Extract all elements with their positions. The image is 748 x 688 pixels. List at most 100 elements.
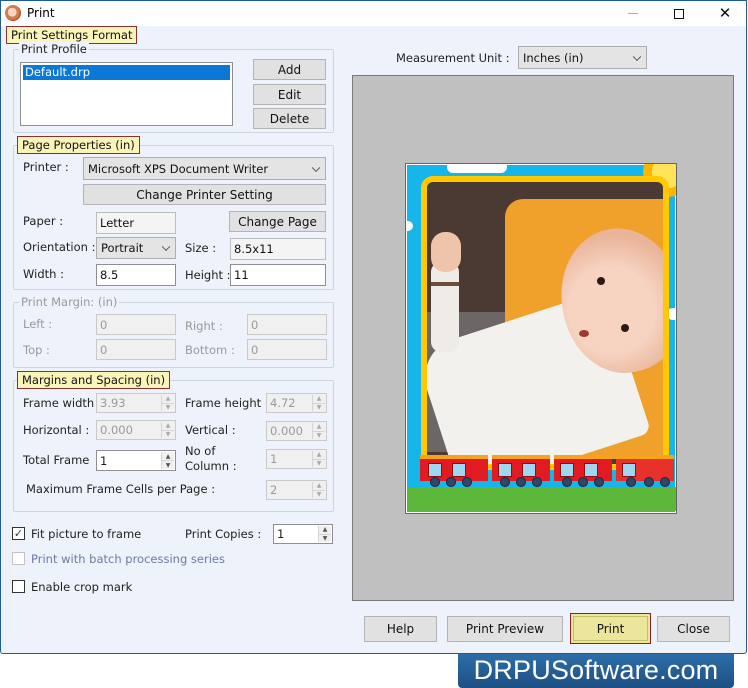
eye-graphic bbox=[597, 277, 605, 285]
measurement-unit-value: Inches (in) bbox=[523, 50, 584, 65]
spin-up-icon[interactable]: ▲ bbox=[319, 526, 331, 534]
train-wheel bbox=[430, 477, 440, 487]
page-properties-legend: Page Properties (in) bbox=[17, 136, 140, 154]
app-icon bbox=[5, 5, 21, 21]
bottom-margin-label: Bottom : bbox=[185, 343, 235, 357]
horizontal-spinner[interactable]: 0.000 ▲ ▼ bbox=[96, 420, 176, 440]
spin-down-icon[interactable]: ▼ bbox=[162, 429, 174, 438]
chevron-down-icon bbox=[311, 163, 321, 172]
delete-profile-button[interactable]: Delete bbox=[253, 108, 326, 129]
height-input[interactable]: 11 bbox=[230, 264, 326, 286]
spin-up-icon[interactable]: ▲ bbox=[313, 451, 325, 459]
paper-field: Letter bbox=[96, 212, 176, 234]
print-preview-area bbox=[352, 75, 734, 601]
maximize-button[interactable] bbox=[656, 1, 702, 26]
spin-up-icon[interactable]: ▲ bbox=[162, 452, 174, 460]
maximize-icon bbox=[674, 8, 684, 19]
total-frame-spinner[interactable]: 1 ▲ ▼ bbox=[96, 450, 176, 471]
edit-profile-button[interactable]: Edit bbox=[253, 84, 326, 105]
profile-list-item[interactable]: Default.drp bbox=[23, 65, 230, 80]
brand-banner: DRPUSoftware.com bbox=[458, 654, 734, 688]
train-car bbox=[554, 455, 612, 487]
paper-label: Paper : bbox=[23, 214, 64, 228]
train-window bbox=[584, 463, 598, 477]
spin-down-icon[interactable]: ▼ bbox=[313, 402, 325, 411]
grass-graphic bbox=[408, 487, 676, 511]
train-wheel bbox=[500, 477, 510, 487]
profile-list[interactable]: Default.drp bbox=[20, 62, 233, 126]
train-wheel bbox=[578, 477, 588, 487]
spin-down-icon[interactable]: ▼ bbox=[162, 402, 174, 411]
spin-down-icon[interactable]: ▼ bbox=[313, 489, 325, 498]
spin-up-icon[interactable]: ▲ bbox=[162, 422, 174, 430]
print-profile-title: Print Profile bbox=[19, 42, 89, 56]
train-wheel bbox=[660, 477, 670, 487]
mouth-graphic bbox=[579, 330, 589, 337]
train-window bbox=[452, 463, 466, 477]
frame-width-spinner[interactable]: 3.93 ▲ ▼ bbox=[96, 393, 176, 413]
horizontal-label: Horizontal : bbox=[23, 423, 90, 437]
printer-label: Printer : bbox=[23, 160, 69, 174]
stripe-graphic bbox=[431, 282, 459, 286]
preview-page bbox=[405, 163, 677, 514]
add-profile-button[interactable]: Add bbox=[253, 59, 326, 80]
print-dialog: Print ✕ Print Settings Format Print Prof… bbox=[0, 0, 747, 654]
change-printer-setting-button[interactable]: Change Printer Setting bbox=[83, 184, 326, 205]
bottom-margin-input[interactable]: 0 bbox=[247, 339, 327, 360]
preview-image bbox=[406, 164, 676, 512]
spin-down-icon[interactable]: ▼ bbox=[313, 430, 325, 439]
orientation-label: Orientation : bbox=[23, 240, 96, 254]
measurement-unit-select[interactable]: Inches (in) bbox=[518, 46, 647, 69]
spin-down-icon[interactable]: ▼ bbox=[313, 458, 325, 467]
train-window bbox=[560, 463, 574, 477]
total-frame-label: Total Frame bbox=[23, 453, 90, 467]
max-cells-spinner[interactable]: 2 ▲ ▼ bbox=[266, 480, 327, 500]
orientation-select[interactable]: Portrait bbox=[96, 237, 176, 259]
total-frame-value: 1 bbox=[100, 453, 108, 468]
batch-processing-checkbox[interactable] bbox=[12, 552, 25, 565]
help-button[interactable]: Help bbox=[364, 616, 437, 642]
train-wheel bbox=[462, 477, 472, 487]
spin-up-icon[interactable]: ▲ bbox=[313, 423, 325, 431]
chevron-down-icon bbox=[632, 52, 642, 61]
vertical-spinner[interactable]: 0.000 ▲ ▼ bbox=[266, 421, 327, 441]
frame-height-value: 4.72 bbox=[270, 396, 296, 410]
spin-down-icon[interactable]: ▼ bbox=[319, 533, 331, 542]
print-button[interactable]: Print bbox=[570, 613, 651, 644]
train-wheel bbox=[532, 477, 542, 487]
spin-down-icon[interactable]: ▼ bbox=[162, 460, 174, 469]
columns-spinner[interactable]: 1 ▲ ▼ bbox=[266, 449, 327, 469]
cloud-graphic bbox=[447, 164, 507, 173]
train-window bbox=[498, 463, 512, 477]
left-margin-input[interactable]: 0 bbox=[96, 314, 176, 335]
top-margin-input[interactable]: 0 bbox=[96, 339, 176, 360]
fit-picture-label: Fit picture to frame bbox=[31, 527, 142, 541]
max-cells-value: 2 bbox=[270, 483, 278, 497]
print-preview-button[interactable]: Print Preview bbox=[447, 616, 563, 642]
photo-frame bbox=[421, 176, 669, 470]
width-input[interactable]: 8.5 bbox=[96, 264, 176, 286]
printer-value: Microsoft XPS Document Writer bbox=[88, 161, 269, 176]
change-page-button[interactable]: Change Page bbox=[229, 211, 326, 232]
hand-graphic bbox=[431, 232, 461, 272]
spin-up-icon[interactable]: ▲ bbox=[313, 395, 325, 403]
right-margin-input[interactable]: 0 bbox=[247, 314, 327, 335]
train-engine bbox=[616, 455, 674, 487]
frame-height-spinner[interactable]: 4.72 ▲ ▼ bbox=[266, 393, 327, 413]
size-label: Size : bbox=[185, 241, 217, 255]
right-margin-label: Right : bbox=[185, 319, 223, 333]
train-wheel bbox=[446, 477, 456, 487]
close-window-button[interactable]: ✕ bbox=[702, 1, 748, 26]
spin-up-icon[interactable]: ▲ bbox=[162, 395, 174, 403]
max-cells-label: Maximum Frame Cells per Page : bbox=[26, 482, 216, 496]
close-icon: ✕ bbox=[718, 4, 732, 22]
printer-select[interactable]: Microsoft XPS Document Writer bbox=[83, 157, 326, 180]
spin-up-icon[interactable]: ▲ bbox=[313, 482, 325, 490]
minimize-button[interactable] bbox=[610, 1, 656, 26]
measurement-unit-label: Measurement Unit : bbox=[396, 51, 510, 65]
crop-mark-checkbox[interactable] bbox=[12, 580, 25, 593]
fit-picture-checkbox[interactable]: ✓ bbox=[12, 527, 25, 540]
print-copies-label: Print Copies : bbox=[185, 527, 262, 541]
close-button[interactable]: Close bbox=[657, 616, 730, 642]
print-copies-spinner[interactable]: 1 ▲ ▼ bbox=[273, 524, 333, 544]
